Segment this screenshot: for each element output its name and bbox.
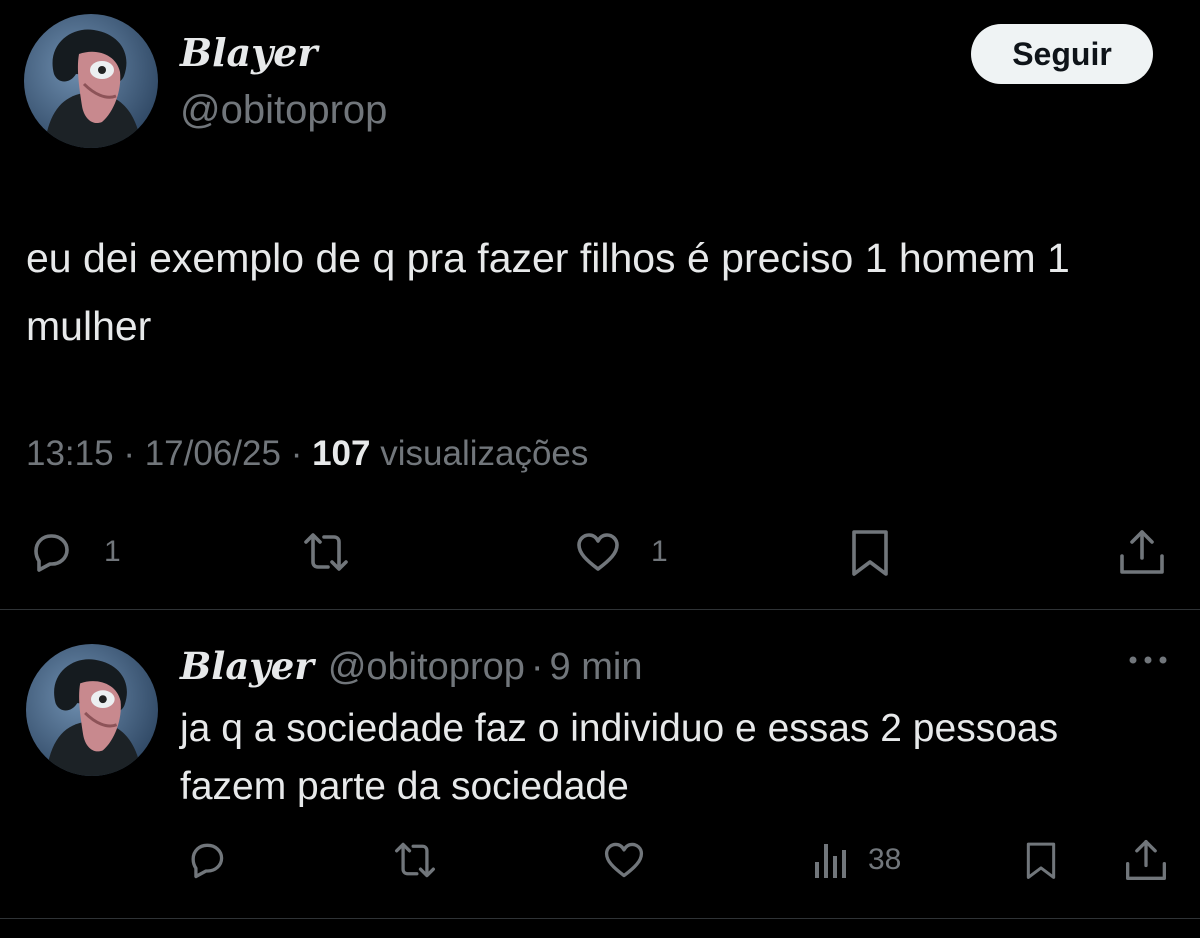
meta-separator: · bbox=[290, 434, 303, 473]
author-handle[interactable]: @obitoprop bbox=[180, 86, 387, 134]
views-count: 107 bbox=[312, 434, 371, 473]
heart-icon[interactable] bbox=[602, 838, 646, 882]
reply-author-avatar[interactable] bbox=[26, 644, 158, 776]
reply-header: Blayer @obitoprop · 9 min bbox=[180, 642, 642, 692]
tweet-date[interactable]: 17/06/25 bbox=[145, 434, 281, 473]
reply-count: 1 bbox=[104, 535, 121, 568]
reply-text: ja q a sociedade faz o individuo e essas… bbox=[180, 707, 1059, 808]
meta-separator: · bbox=[530, 646, 544, 688]
author-avatar[interactable] bbox=[24, 14, 158, 148]
retweet-icon[interactable] bbox=[302, 528, 350, 576]
reply-author-handle[interactable]: @obitoprop bbox=[328, 643, 525, 691]
follow-button[interactable]: Seguir bbox=[971, 24, 1153, 84]
tweet-meta: 13:15 · 17/06/25 · 107 visualizações bbox=[26, 430, 588, 478]
analytics-icon[interactable] bbox=[812, 838, 852, 882]
reply-icon[interactable] bbox=[26, 528, 74, 576]
tweet-text: eu dei exemplo de q pra fazer filhos é p… bbox=[26, 235, 1070, 349]
reply-time[interactable]: 9 min bbox=[550, 643, 643, 691]
reply-icon[interactable] bbox=[184, 838, 228, 882]
divider bbox=[0, 609, 1200, 610]
author-name[interactable]: Blayer bbox=[180, 30, 317, 76]
retweet-icon[interactable] bbox=[392, 838, 438, 882]
bookmark-icon[interactable] bbox=[846, 528, 894, 576]
reply-author-name[interactable]: Blayer bbox=[180, 642, 314, 690]
divider bbox=[0, 918, 1200, 919]
views-count: 38 bbox=[868, 843, 902, 876]
share-icon[interactable] bbox=[1124, 838, 1168, 882]
bookmark-icon[interactable] bbox=[1022, 838, 1060, 882]
meta-separator: · bbox=[123, 434, 135, 473]
heart-icon[interactable] bbox=[574, 528, 622, 576]
share-icon[interactable] bbox=[1118, 528, 1166, 576]
tweet-time[interactable]: 13:15 bbox=[26, 434, 114, 473]
like-count: 1 bbox=[651, 535, 668, 568]
views-label: visualizações bbox=[380, 434, 589, 473]
more-options-icon[interactable] bbox=[1126, 650, 1170, 670]
